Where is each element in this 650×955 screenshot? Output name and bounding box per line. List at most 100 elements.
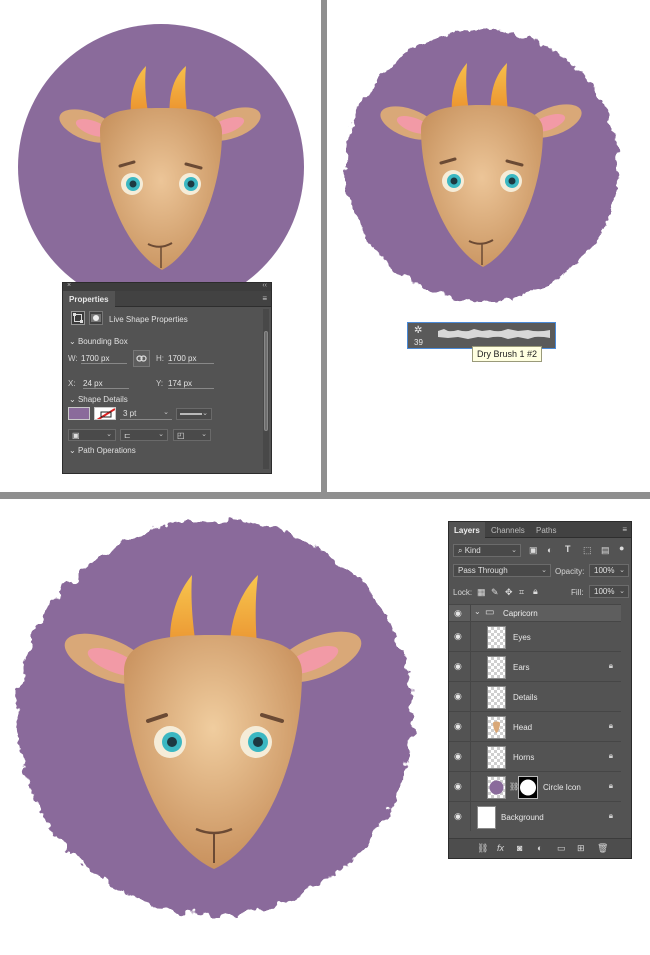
- lock-transparent-icon[interactable]: ▦: [477, 587, 486, 598]
- shape-details-label: Shape Details: [77, 395, 128, 404]
- height-field[interactable]: 1700 px: [168, 354, 214, 364]
- bounding-box-section[interactable]: ⌄ Bounding Box: [69, 337, 128, 346]
- link-layers-icon[interactable]: ⛓: [477, 843, 488, 854]
- lock-image-icon[interactable]: ✎: [491, 587, 499, 598]
- y-field[interactable]: 174 px: [168, 379, 214, 389]
- layer-thumbnail: [477, 806, 496, 829]
- width-label: W:: [68, 354, 78, 363]
- stroke-corner-dropdown[interactable]: ◰ ⌄: [173, 429, 211, 441]
- x-field[interactable]: 24 px: [83, 379, 129, 389]
- eye-icon[interactable]: ◉: [454, 781, 462, 792]
- eye-icon[interactable]: ◉: [454, 721, 462, 732]
- panel-menu-icon[interactable]: ≡: [262, 294, 267, 303]
- stroke-width-dropdown[interactable]: 3 pt ⌄: [120, 408, 172, 420]
- new-layer-icon[interactable]: ⊞: [577, 843, 585, 854]
- panel-menu-icon[interactable]: ≡: [622, 525, 627, 534]
- tab-properties[interactable]: Properties: [63, 291, 115, 307]
- blend-mode-value: Pass Through: [458, 566, 508, 575]
- add-mask-icon[interactable]: ◙: [517, 843, 522, 853]
- layer-row-head[interactable]: ◉ Head 🔒︎: [449, 711, 621, 741]
- chevron-down-icon: ⌄: [69, 395, 76, 404]
- stroke-cap-icon: ⊏: [124, 431, 131, 440]
- opacity-field[interactable]: 100% ⌄: [589, 564, 629, 577]
- layers-footer: ⛓ fx ◙ ◐ ▭ ⊞ 🗑︎: [449, 838, 631, 858]
- layer-row-background[interactable]: ◉ Background 🔒︎: [449, 801, 621, 831]
- stroke-swatch[interactable]: [94, 407, 116, 420]
- tab-layers[interactable]: Layers: [449, 522, 485, 538]
- layer-name: Capricorn: [503, 609, 538, 618]
- filter-smartobject-icon[interactable]: ▤: [601, 545, 610, 556]
- y-label: Y:: [156, 379, 164, 388]
- layer-name: Background: [501, 813, 544, 822]
- chevron-down-icon: ⌄: [202, 410, 208, 417]
- brush-preset-picker[interactable]: ✲ 39: [407, 322, 556, 349]
- panel-titlebar: × ‹‹: [63, 282, 271, 291]
- close-icon[interactable]: ×: [67, 282, 71, 289]
- fx-icon[interactable]: fx: [497, 843, 504, 853]
- filter-adjustment-icon[interactable]: ◐: [547, 545, 552, 555]
- filter-toggle-icon[interactable]: ●: [619, 543, 624, 553]
- blend-mode-dropdown[interactable]: Pass Through ⌄: [453, 564, 551, 577]
- chevron-down-icon: ⌄: [106, 431, 112, 438]
- eye-icon[interactable]: ◉: [454, 811, 462, 822]
- stroke-align-dropdown[interactable]: ▣ ⌄: [68, 429, 116, 441]
- layer-thumbnail: [487, 716, 506, 739]
- layer-name: Eyes: [513, 633, 531, 642]
- layer-name: Head: [513, 723, 533, 732]
- filter-shape-icon[interactable]: ⬚: [583, 545, 592, 556]
- panel-tabbar: Properties ≡: [63, 291, 271, 307]
- goat-artwork-final: [17, 519, 413, 915]
- filter-pixel-icon[interactable]: ▣: [529, 545, 538, 556]
- layer-row-ears[interactable]: ◉ Ears 🔒︎: [449, 651, 621, 681]
- layer-thumbnail: [487, 776, 506, 799]
- stroke-align-icon: ▣: [72, 431, 80, 440]
- filter-type-icon[interactable]: T: [565, 544, 571, 554]
- chevron-down-icon[interactable]: ⌄: [474, 607, 481, 616]
- eye-icon[interactable]: ◉: [454, 661, 462, 672]
- search-icon: ⌕: [458, 546, 463, 555]
- stroke-type-dropdown[interactable]: ⌄: [176, 408, 212, 420]
- path-operations-section[interactable]: ⌄ Path Operations: [69, 446, 136, 455]
- brush-tip-icon: ✲: [414, 325, 423, 336]
- eye-icon[interactable]: ◉: [454, 631, 462, 642]
- eye-icon[interactable]: ◉: [454, 691, 462, 702]
- panel-scrollbar[interactable]: [263, 309, 269, 469]
- new-group-icon[interactable]: ▭: [557, 843, 566, 854]
- panel-header-title: Live Shape Properties: [109, 315, 188, 324]
- live-shape-icon[interactable]: [71, 311, 85, 325]
- stroke-cap-dropdown[interactable]: ⊏ ⌄: [120, 429, 168, 441]
- mask-icon[interactable]: [89, 311, 103, 325]
- height-label: H:: [156, 354, 164, 363]
- layer-name: Ears: [513, 663, 530, 672]
- eye-icon[interactable]: ◉: [454, 608, 462, 619]
- fill-label: Fill:: [571, 588, 584, 597]
- filter-kind-dropdown[interactable]: ⌕ Kind ⌄: [453, 544, 521, 557]
- width-field[interactable]: 1700 px: [81, 354, 127, 364]
- fill-swatch[interactable]: [68, 407, 90, 420]
- lock-icon: 🔒︎: [608, 661, 613, 670]
- lock-position-icon[interactable]: ✥: [505, 587, 513, 598]
- fill-field[interactable]: 100% ⌄: [589, 585, 629, 598]
- chevron-down-icon: ⌄: [541, 567, 547, 574]
- layer-row-details[interactable]: ◉ Details: [449, 681, 621, 711]
- layer-row-circle-icon[interactable]: ◉ ⛓ Circle Icon 🔒︎: [449, 771, 621, 801]
- lock-artboard-icon[interactable]: ⌗: [519, 587, 524, 598]
- x-label: X:: [68, 379, 76, 388]
- layer-row-horns[interactable]: ◉ Horns 🔒︎: [449, 741, 621, 771]
- tab-channels[interactable]: Channels: [486, 522, 530, 538]
- path-operations-label: Path Operations: [77, 446, 136, 455]
- chevron-down-icon: ⌄: [158, 431, 164, 438]
- layer-row-eyes[interactable]: ◉ Eyes: [449, 621, 621, 651]
- link-dimensions-icon[interactable]: [133, 350, 150, 367]
- lock-label: Lock:: [453, 588, 473, 597]
- collapse-icon[interactable]: ‹‹: [262, 282, 267, 289]
- shape-details-section[interactable]: ⌄ Shape Details: [69, 395, 128, 404]
- adjustment-layer-icon[interactable]: ◐: [537, 843, 542, 853]
- lock-all-icon[interactable]: 🔒︎: [533, 586, 538, 597]
- trash-icon[interactable]: 🗑︎: [597, 843, 608, 854]
- chevron-down-icon: ⌄: [619, 567, 625, 574]
- layer-group-capricorn[interactable]: ◉ ⌄ ▭ Capricorn: [449, 604, 621, 621]
- tab-paths[interactable]: Paths: [531, 522, 561, 538]
- vector-mask-thumbnail[interactable]: [518, 776, 538, 799]
- eye-icon[interactable]: ◉: [454, 751, 462, 762]
